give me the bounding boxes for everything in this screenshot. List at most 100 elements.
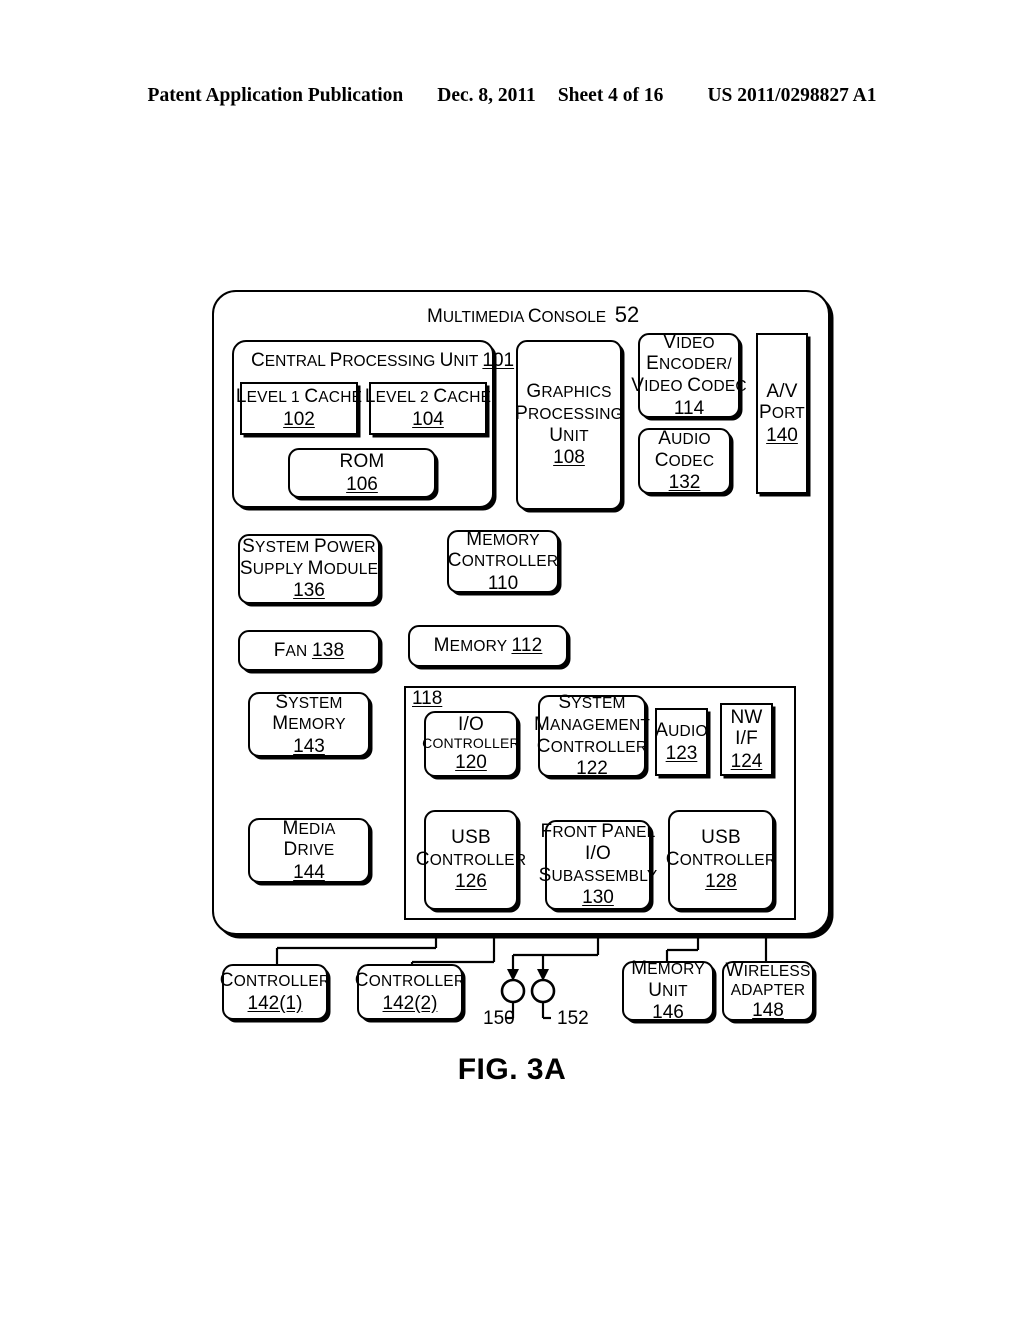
power-supply-label-2: SUPPLY MODULE <box>239 557 379 579</box>
memory-unit-ref: 146 <box>652 1002 684 1024</box>
audio-codec-block: AUDIO CODEC 132 <box>638 428 731 494</box>
system-memory-ref: 143 <box>293 735 325 757</box>
front-panel-label-3: SUBASSEMBLY <box>538 864 658 886</box>
usb-2-label-2: CONTROLLER <box>665 848 777 870</box>
controller-1-label: CONTROLLER <box>219 969 331 991</box>
gpu-block: GRAPHICS PROCESSING UNIT 108 <box>515 340 623 510</box>
controller-2-label: CONTROLLER <box>354 969 466 991</box>
audio-codec-ref: 132 <box>668 472 701 494</box>
usb-1-label-2: CONTROLLER <box>415 848 527 870</box>
nw-if-label-2: I/F <box>735 728 758 750</box>
gpu-label-1: GRAPHICS <box>526 381 612 403</box>
level-2-cache-block: LEVEL 2 CACHE 104 <box>365 382 491 435</box>
nw-if-ref: 124 <box>730 750 763 772</box>
media-drive-ref: 144 <box>293 861 325 883</box>
av-port-ref: 140 <box>766 424 798 446</box>
rom-block: ROM 106 <box>288 448 436 498</box>
usb-controller-1-block: USB CONTROLLER 126 <box>416 810 526 910</box>
memory-controller-ref: 110 <box>487 572 519 594</box>
memory-unit-label-2: UNIT <box>648 979 688 1001</box>
figure-3a-diagram: MMultimedia ConsoleULTIMEDIA CONSOLE 52 … <box>0 0 1024 1320</box>
callout-150-label: 150 <box>483 1008 515 1029</box>
network-interface-block: NW I/F 124 <box>720 703 773 776</box>
io-controller-ref: 120 <box>455 752 487 774</box>
io-controller-label-1: I/O <box>458 713 484 735</box>
system-management-controller-block: SYSTEM MANAGEMENT CONTROLLER 122 <box>534 692 650 780</box>
controller-1-block: CONTROLLER 142(1) <box>219 964 331 1020</box>
video-encoder-label-1: VIDEO <box>663 331 715 353</box>
controller-2-block: CONTROLLER 142(2) <box>354 964 466 1020</box>
smc-ref: 122 <box>576 758 608 780</box>
memory-controller-label-1: MEMORY <box>466 528 540 550</box>
level-1-cache-ref: 102 <box>283 409 315 430</box>
gpu-label-3: UNIT <box>549 424 589 446</box>
audio-ref: 123 <box>665 742 698 764</box>
power-supply-ref: 136 <box>293 580 325 602</box>
usb-1-label-1: USB <box>451 827 491 849</box>
controller-1-ref: 142(1) <box>247 992 303 1014</box>
callout-152-label: 152 <box>557 1008 589 1029</box>
usb-1-ref: 126 <box>455 871 487 893</box>
video-encoder-block: VIDEO ENCODER/ VIDEO CODEC 114 <box>631 331 746 419</box>
nw-if-label-1: NW <box>730 706 763 728</box>
av-port-block: A/V PORT 140 <box>756 333 808 494</box>
power-supply-block: SYSTEM POWER SUPPLY MODULE 136 <box>238 534 380 604</box>
system-memory-label-2: MEMORY <box>272 713 346 735</box>
av-port-label-1: A/V <box>766 380 798 402</box>
media-drive-block: MEDIA DRIVE 144 <box>248 818 370 883</box>
media-drive-label-2: DRIVE <box>283 839 335 861</box>
level-2-cache-label: LEVEL 2 CACHE <box>364 386 492 408</box>
controller-2-ref: 142(2) <box>382 992 438 1014</box>
level-1-cache-block: LEVEL 1 CACHE 102 <box>236 382 362 435</box>
memory-label: MEMORY 112 <box>433 635 543 657</box>
wireless-adapter-ref: 148 <box>752 1000 784 1022</box>
io-controller-label-2: CONTROLLER <box>422 734 520 751</box>
cpu-title: CENTRAL PROCESSING UNIT 101 <box>251 350 515 371</box>
power-supply-label-1: SYSTEM POWER <box>242 536 376 558</box>
memory-unit-label-1: MEMORY <box>631 958 705 980</box>
console-ref: 52 <box>614 302 640 327</box>
audio-label: AUDIO <box>655 719 708 741</box>
video-encoder-ref: 114 <box>673 397 705 419</box>
wireless-adapter-label-1: WIRELESS <box>725 960 811 982</box>
audio-block: AUDIO 123 <box>655 708 708 776</box>
front-panel-ref: 130 <box>582 887 614 909</box>
media-drive-label-1: MEDIA <box>282 817 336 839</box>
gpu-label-2: PROCESSING <box>515 402 623 424</box>
smc-label-2: MANAGEMENT <box>534 713 651 735</box>
wireless-adapter-block: WIRELESS ADAPTER 148 <box>722 960 814 1022</box>
memory-ref: 112 <box>511 635 543 657</box>
video-encoder-label-3: VIDEO CODEC <box>631 375 747 396</box>
fan-ref: 138 <box>311 639 345 661</box>
usb-controller-2-block: USB CONTROLLER 128 <box>665 810 777 910</box>
smc-label-3: CONTROLLER <box>536 735 648 757</box>
wireless-adapter-label-2: ADAPTER <box>730 981 806 999</box>
memory-unit-block: MEMORY UNIT 146 <box>622 958 714 1024</box>
front-panel-label-2: I/O <box>585 842 611 864</box>
gpu-ref: 108 <box>553 447 585 469</box>
fan-block: FAN 138 <box>238 630 380 671</box>
usb-2-ref: 128 <box>705 871 737 893</box>
io-controller-block: I/O CONTROLLER 120 <box>422 711 520 777</box>
level-1-cache-label: LEVEL 1 CACHE <box>235 386 363 408</box>
connector-circles <box>500 978 556 1004</box>
figure-caption: FIG. 3A <box>457 1053 567 1086</box>
memory-controller-label-2: CONTROLLER <box>447 550 559 572</box>
console-title: MMultimedia ConsoleULTIMEDIA CONSOLE 52 <box>427 302 640 327</box>
audio-codec-label-2: CODEC <box>654 449 715 471</box>
rom-label: ROM <box>339 450 385 472</box>
system-memory-label-1: SYSTEM <box>275 691 343 713</box>
smc-label-1: SYSTEM <box>558 692 626 714</box>
memory-block: MEMORY 112 <box>408 625 568 667</box>
audio-codec-label-1: AUDIO <box>658 428 711 450</box>
usb-2-label-1: USB <box>701 827 741 849</box>
front-panel-io-block: FRONT PANEL I/O SUBASSEMBLY 130 <box>539 820 657 910</box>
rom-ref: 106 <box>346 473 378 495</box>
level-2-cache-ref: 104 <box>412 409 444 430</box>
memory-controller-block: MEMORY CONTROLLER 110 <box>447 528 559 594</box>
video-encoder-label-2: ENCODER/ <box>646 353 732 375</box>
front-panel-label-1: FRONT PANEL <box>540 821 656 843</box>
fan-label: FAN 138 <box>273 639 345 661</box>
bus-ref-label: 118 <box>412 688 443 709</box>
system-memory-block: SYSTEM MEMORY 143 <box>248 692 370 757</box>
